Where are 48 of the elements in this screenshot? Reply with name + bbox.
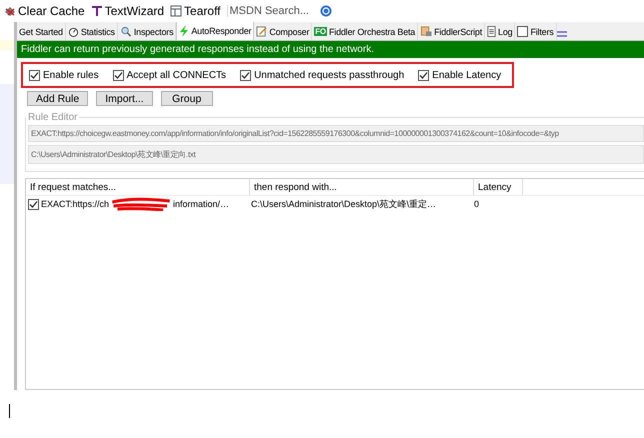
column-header[interactable]: then respond with... [250, 179, 474, 195]
toolbar-button[interactable]: Clear Cache [4, 4, 85, 18]
checkbox[interactable] [240, 70, 252, 80]
lightning-icon [179, 24, 190, 36]
row-checkbox[interactable] [28, 198, 39, 210]
document-icon [487, 26, 496, 37]
table-cell-text: C:\Users\Administrator\Desktop\苑文峰\重定… [250, 198, 438, 210]
checkbox-label[interactable]: Unmatched requests passthrough [254, 70, 404, 80]
tab[interactable]: AutoResponder [176, 22, 254, 40]
tab[interactable]: Composer [254, 23, 312, 40]
match-field[interactable]: EXACT:https://choicegw.eastmoney.com/app/information/info/originalList?cid=1562285559176300&columnid=100000001300374162&count=10&infocode=&typ [28, 125, 644, 142]
checkbox[interactable] [418, 70, 430, 80]
help-icon[interactable] [320, 5, 332, 17]
info-banner: Fiddler can return previously generated responses instead of using the network. [17, 41, 644, 58]
group-title: Rule Editor [27, 112, 78, 123]
checkbox-label[interactable]: Enable rules [43, 70, 99, 80]
notepad-icon [256, 26, 268, 37]
table-cell: EXACT:https://ch [41, 199, 110, 209]
fo-badge: FO [314, 27, 327, 36]
checkbox-label[interactable]: Accept all CONNECTs [126, 70, 226, 80]
toolbar-button[interactable]: Tearoff [170, 4, 221, 18]
window-icon [170, 5, 182, 17]
tab[interactable]: FiddlerScript [418, 23, 486, 40]
stopwatch-icon [68, 26, 79, 37]
response-field[interactable]: C:\Users\Administrator\Desktop\苑文峰\重定向.txt [28, 145, 644, 164]
eraser-icon [4, 5, 16, 17]
tab[interactable]: FO Fiddler Orchestra Beta [312, 23, 418, 40]
checkbox[interactable] [29, 70, 40, 80]
tab[interactable]: Get Started [17, 23, 66, 40]
column-header[interactable]: If request matches... [26, 179, 250, 195]
action-button[interactable]: Group [160, 91, 213, 106]
magnifier-icon [120, 26, 132, 37]
column-header[interactable]: Latency [474, 179, 523, 195]
tab[interactable]: Filters [515, 23, 557, 40]
letter-t-icon [90, 5, 103, 17]
action-button[interactable]: Import... [96, 91, 153, 106]
tab[interactable]: Log [485, 23, 516, 40]
action-button[interactable]: Add Rule [27, 91, 88, 106]
checkbox-icon [517, 26, 528, 37]
toolbar-button[interactable]: TextWizard [90, 4, 164, 18]
checkbox[interactable] [112, 70, 124, 80]
scroll-icon [420, 26, 432, 37]
tab[interactable]: Statistics [66, 23, 118, 40]
redaction-scribble [111, 197, 172, 211]
text-cursor [9, 404, 10, 418]
checkbox-label[interactable]: Enable Latency [432, 70, 502, 80]
table-cell-text: 0 [473, 199, 480, 209]
table-cell: information/… [173, 199, 230, 209]
